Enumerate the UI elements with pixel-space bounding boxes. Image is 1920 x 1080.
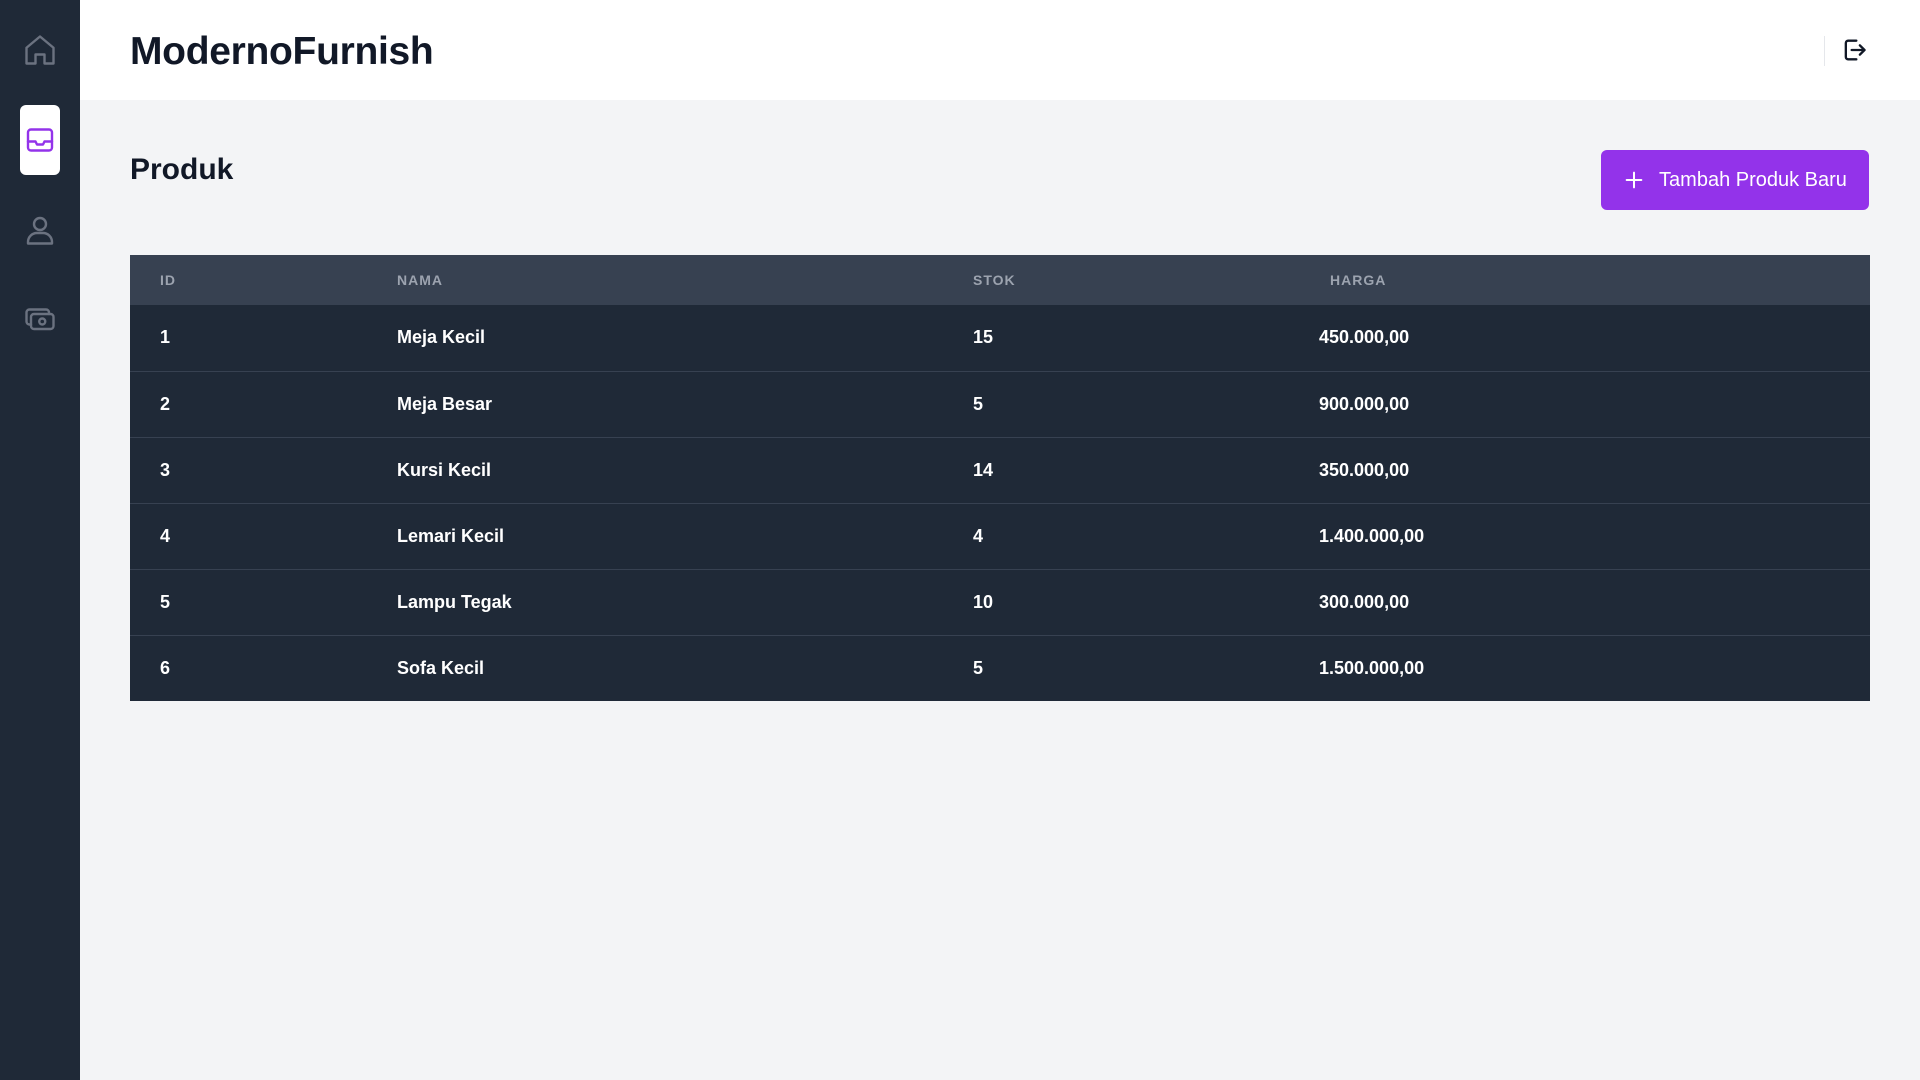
table-row[interactable]: 4 Lemari Kecil 4 1.400.000,00 (130, 503, 1870, 569)
home-icon (25, 35, 55, 65)
cell-stok: 4 (973, 525, 984, 546)
column-header-harga[interactable]: HARGA (1319, 255, 1870, 305)
table-row[interactable]: 3 Kursi Kecil 14 350.000,00 (130, 437, 1870, 503)
column-header-nama[interactable]: NAMA (397, 255, 973, 305)
cell-stok: 15 (973, 327, 994, 348)
table-row[interactable]: 2 Meja Besar 5 900.000,00 (130, 371, 1870, 437)
cell-harga: 900.000,00 (1319, 393, 1410, 414)
sidebar-item-products[interactable] (20, 105, 60, 175)
inbox-tray-icon (26, 128, 54, 152)
top-header: ModernoFurnish (80, 0, 1920, 100)
cell-harga: 450.000,00 (1319, 327, 1410, 348)
cell-id: 6 (160, 657, 171, 678)
cell-nama: Lampu Tegak (397, 591, 512, 612)
cell-id: 1 (160, 327, 171, 348)
plus-icon (1625, 171, 1643, 189)
cell-harga: 300.000,00 (1319, 591, 1410, 612)
page-title: Produk (130, 153, 234, 186)
add-product-label: Tambah Produk Baru (1659, 168, 1847, 191)
cell-stok: 10 (973, 591, 994, 612)
sidebar-item-users[interactable] (20, 195, 60, 265)
logout-icon (1844, 39, 1866, 61)
table-row[interactable]: 6 Sofa Kecil 5 1.500.000,00 (130, 635, 1870, 701)
cell-nama: Lemari Kecil (397, 525, 505, 546)
cell-stok: 5 (973, 657, 984, 678)
app-title: ModernoFurnish (130, 30, 434, 73)
cell-harga: 350.000,00 (1319, 459, 1410, 480)
cell-id: 2 (160, 393, 171, 414)
cell-stok: 5 (973, 393, 984, 414)
add-product-button[interactable]: Tambah Produk Baru (1601, 150, 1869, 210)
cell-id: 4 (160, 525, 171, 546)
cell-stok: 14 (973, 459, 994, 480)
sidebar-item-home[interactable] (20, 15, 60, 85)
cell-nama: Meja Kecil (397, 327, 486, 348)
products-table: ID NAMA STOK HARGA 1 Meja Kecil 15 450.0… (130, 255, 1870, 701)
cell-harga: 1.500.000,00 (1319, 657, 1425, 678)
cell-id: 5 (160, 591, 171, 612)
column-header-id[interactable]: ID (130, 255, 397, 305)
cell-nama: Sofa Kecil (397, 657, 485, 678)
cell-harga: 1.400.000,00 (1319, 525, 1425, 546)
header-divider (1824, 36, 1825, 66)
sidebar-item-payments[interactable] (20, 285, 60, 355)
column-header-stok[interactable]: STOK (973, 255, 1319, 305)
logout-button[interactable] (1838, 34, 1870, 66)
table-header-row: ID NAMA STOK HARGA (130, 255, 1870, 305)
cell-nama: Kursi Kecil (397, 459, 492, 480)
cash-icon (25, 308, 55, 331)
user-icon (26, 216, 54, 245)
cell-nama: Meja Besar (397, 393, 493, 414)
table-row[interactable]: 5 Lampu Tegak 10 300.000,00 (130, 569, 1870, 635)
table-row[interactable]: 1 Meja Kecil 15 450.000,00 (130, 305, 1870, 371)
sidebar (0, 0, 80, 1080)
cell-id: 3 (160, 459, 171, 480)
